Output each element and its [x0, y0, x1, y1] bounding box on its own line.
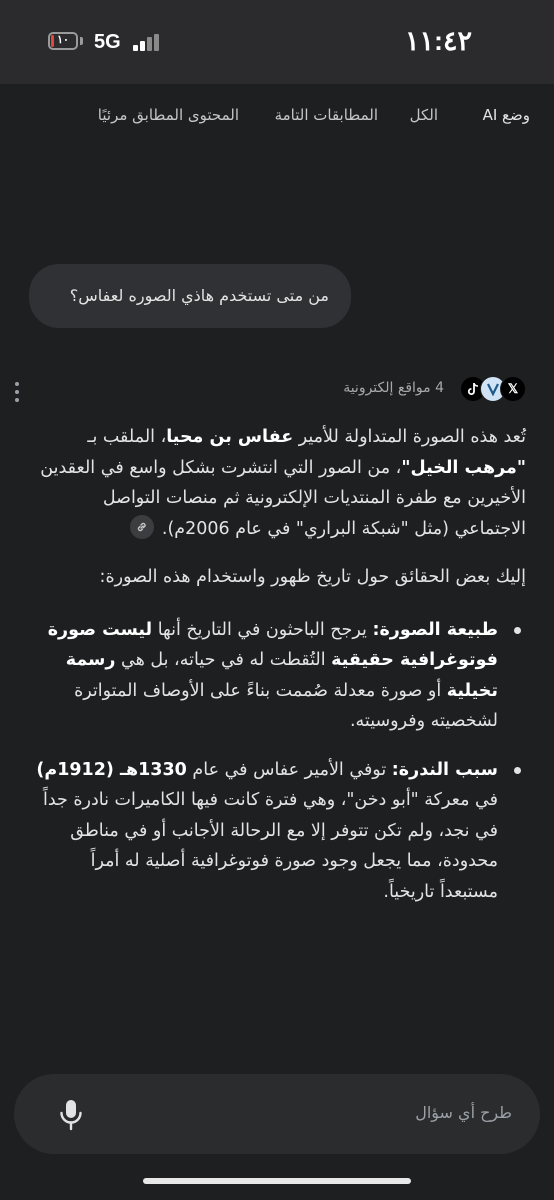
tab-exact-matches[interactable]: المطابقات التامة	[275, 106, 378, 124]
more-options-icon[interactable]	[13, 380, 21, 404]
ask-input-bar[interactable]: طرح أي سؤال	[14, 1074, 540, 1154]
ask-input-placeholder[interactable]: طرح أي سؤال	[415, 1103, 512, 1122]
answer-bold: 1330هـ (1912م)	[36, 759, 187, 780]
answer-text: توفي الأمير عفاس في عام	[186, 759, 392, 780]
x-icon: 𝕏	[500, 376, 526, 402]
microphone-icon[interactable]	[58, 1098, 84, 1132]
answer-text: أو صورة معدلة صُممت بناءً على الأوصاف ال…	[74, 680, 498, 732]
answer-text: في معركة "أبو دخن"، وهي فترة كانت فيها ا…	[42, 790, 498, 902]
ai-answer: تُعد هذه الصورة المتداولة للأمير عفاس بن…	[28, 422, 526, 925]
status-bar: ١٠ 5G ١١:٤٢	[0, 0, 554, 84]
answer-bullets: طبيعة الصورة: يرجح الباحثون في التاريخ أ…	[28, 615, 526, 908]
battery-level: ١٠	[57, 34, 69, 46]
source-icons: 𝕏	[454, 376, 526, 404]
scroll-fade	[0, 1040, 554, 1070]
sources-count: 4 مواقع إلكترونية	[343, 380, 444, 396]
battery-icon: ١٠	[48, 32, 78, 50]
answer-text: تُعد هذه الصورة المتداولة للأمير	[293, 427, 526, 447]
answer-text: يرجح الباحثون في التاريخ أنها	[152, 619, 373, 640]
answer-bold: "مرهب الخيل"	[401, 457, 526, 478]
answer-bold: طبيعة الصورة:	[372, 619, 498, 640]
list-item: سبب الندرة: توفي الأمير عفاس في عام 1330…	[28, 755, 526, 908]
tab-all[interactable]: الكل	[410, 106, 438, 124]
answer-text: التُقطت له في حياته، بل هي	[115, 650, 332, 670]
list-item: طبيعة الصورة: يرجح الباحثون في التاريخ أ…	[28, 615, 526, 737]
tab-visually-similar[interactable]: المحتوى المطابق مرئيًا	[98, 106, 239, 124]
answer-intro: تُعد هذه الصورة المتداولة للأمير عفاس بن…	[28, 422, 526, 544]
user-query-text: من متى تستخدم هاذي الصوره لعفاس؟	[69, 286, 329, 305]
user-query-bubble: من متى تستخدم هاذي الصوره لعفاس؟	[29, 264, 351, 328]
sources-row[interactable]: 𝕏 4 مواقع إلكترونية	[66, 374, 526, 406]
answer-bold: سبب الندرة:	[391, 759, 498, 780]
answer-bold: عفاس بن محيا	[166, 427, 294, 447]
home-indicator[interactable]	[143, 1178, 411, 1184]
signal-icon	[133, 33, 161, 51]
search-mode-tabs: وضع AI الكل المطابقات التامة المحتوى الم…	[0, 84, 554, 148]
network-label: 5G	[94, 31, 121, 53]
clock: ١١:٤٢	[405, 26, 472, 56]
tab-ai-mode[interactable]: وضع AI	[483, 106, 530, 124]
answer-lead: إليك بعض الحقائق حول تاريخ ظهور واستخدام…	[99, 567, 526, 587]
battery-tip	[80, 37, 83, 45]
answer-text: ، الملقب بـ	[87, 427, 167, 447]
source-link-icon[interactable]	[129, 514, 154, 539]
